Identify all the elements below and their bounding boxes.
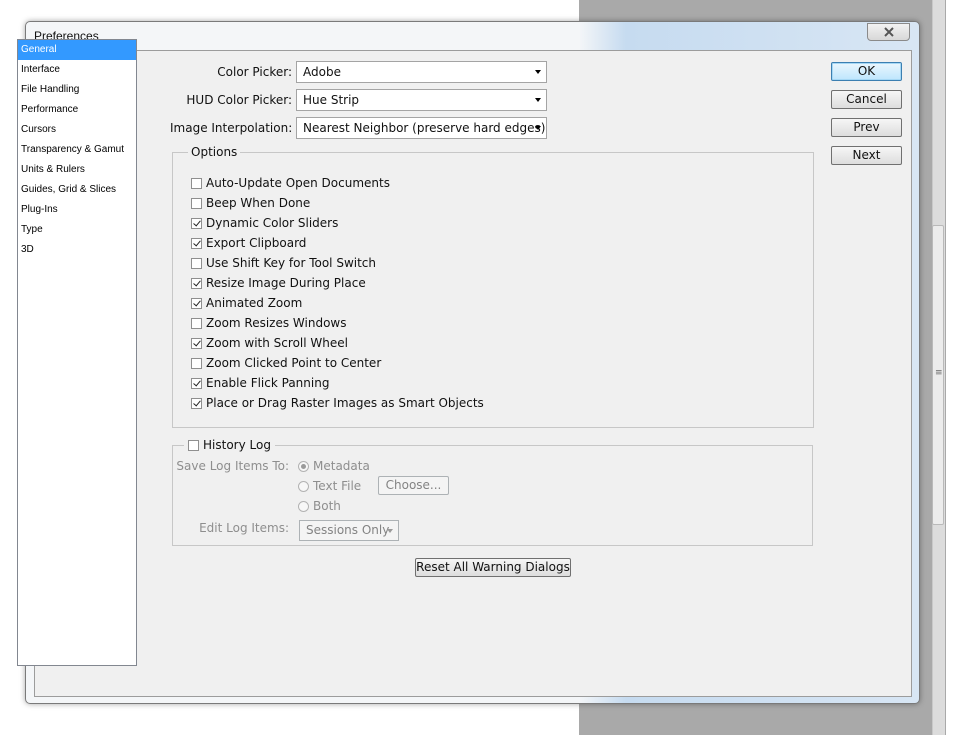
hud-color-picker-label: HUD Color Picker: [186,93,292,107]
checkbox[interactable] [191,357,202,369]
category-item-interface[interactable]: Interface [18,60,136,80]
radio[interactable] [298,500,309,512]
edit-log-items-select[interactable]: Sessions Only [299,520,399,541]
choose-button[interactable]: Choose... [378,476,449,495]
hud-color-picker-select[interactable]: Hue Strip [296,89,547,111]
category-list[interactable]: General Interface File Handling Performa… [17,39,137,666]
option-resize-image-during-place[interactable]: Resize Image During Place [191,274,366,292]
category-item-general[interactable]: General [18,40,136,60]
checkbox[interactable] [188,439,199,451]
color-picker-value: Adobe [303,65,341,79]
radio-both[interactable]: Both [298,497,341,515]
checkbox[interactable] [191,317,202,329]
checkbox[interactable] [191,197,202,209]
chevron-down-icon [535,98,541,102]
hud-color-picker-value: Hue Strip [303,93,360,107]
category-item-cursors[interactable]: Cursors [18,120,136,140]
category-item-3d[interactable]: 3D [18,240,136,260]
option-animated-zoom[interactable]: Animated Zoom [191,294,302,312]
cancel-button[interactable]: Cancel [831,90,902,109]
checkbox-checked[interactable] [191,377,202,389]
checkbox-checked[interactable] [191,297,202,309]
option-zoom-clicked-point-to-center[interactable]: Zoom Clicked Point to Center [191,354,381,372]
close-button[interactable] [867,23,910,41]
option-enable-flick-panning[interactable]: Enable Flick Panning [191,374,329,392]
checkbox-checked[interactable] [191,217,202,229]
checkbox-checked[interactable] [191,277,202,289]
history-log-toggle[interactable]: History Log [184,436,275,454]
prev-button[interactable]: Prev [831,118,902,137]
option-zoom-with-scroll-wheel[interactable]: Zoom with Scroll Wheel [191,334,348,352]
option-use-shift-key-for-tool-switch[interactable]: Use Shift Key for Tool Switch [191,254,376,272]
radio[interactable] [298,480,309,492]
chevron-down-icon [387,529,393,533]
chevron-down-icon [535,126,541,130]
option-place-raster-as-smart-objects[interactable]: Place or Drag Raster Images as Smart Obj… [191,394,484,412]
background-edge [946,0,958,735]
options-group-title: Options [188,145,241,159]
option-auto-update-open-documents[interactable]: Auto-Update Open Documents [191,174,390,192]
option-beep-when-done[interactable]: Beep When Done [191,194,310,212]
checkbox-checked[interactable] [191,397,202,409]
color-picker-label: Color Picker: [217,65,292,79]
option-dynamic-color-sliders[interactable]: Dynamic Color Sliders [191,214,338,232]
option-export-clipboard[interactable]: Export Clipboard [191,234,306,252]
category-item-performance[interactable]: Performance [18,100,136,120]
option-zoom-resizes-windows[interactable]: Zoom Resizes Windows [191,314,347,332]
save-log-items-label: Save Log Items To: [176,459,289,473]
checkbox[interactable] [191,257,202,269]
radio-selected[interactable] [298,460,309,472]
category-item-guides-grid-slices[interactable]: Guides, Grid & Slices [18,180,136,200]
category-item-file-handling[interactable]: File Handling [18,80,136,100]
chevron-down-icon [535,70,541,74]
checkbox[interactable] [191,177,202,189]
image-interpolation-value: Nearest Neighbor (preserve hard edges) [303,121,546,135]
checkbox-checked[interactable] [191,337,202,349]
scrollbar-grip-icon: ≡ [935,368,943,378]
next-button[interactable]: Next [831,146,902,165]
edit-log-items-label: Edit Log Items: [199,521,289,535]
category-item-units-rulers[interactable]: Units & Rulers [18,160,136,180]
radio-text-file[interactable]: Text File [298,477,361,495]
category-item-type[interactable]: Type [18,220,136,240]
edit-log-items-value: Sessions Only [306,523,390,537]
radio-metadata[interactable]: Metadata [298,457,370,475]
color-picker-select[interactable]: Adobe [296,61,547,83]
close-icon [883,27,894,37]
image-interpolation-label: Image Interpolation: [170,121,293,135]
category-item-transparency-gamut[interactable]: Transparency & Gamut [18,140,136,160]
image-interpolation-select[interactable]: Nearest Neighbor (preserve hard edges) [296,117,547,139]
reset-all-warning-dialogs-button[interactable]: Reset All Warning Dialogs [415,558,571,577]
category-item-plug-ins[interactable]: Plug-Ins [18,200,136,220]
ok-button[interactable]: OK [831,62,902,81]
checkbox-checked[interactable] [191,237,202,249]
